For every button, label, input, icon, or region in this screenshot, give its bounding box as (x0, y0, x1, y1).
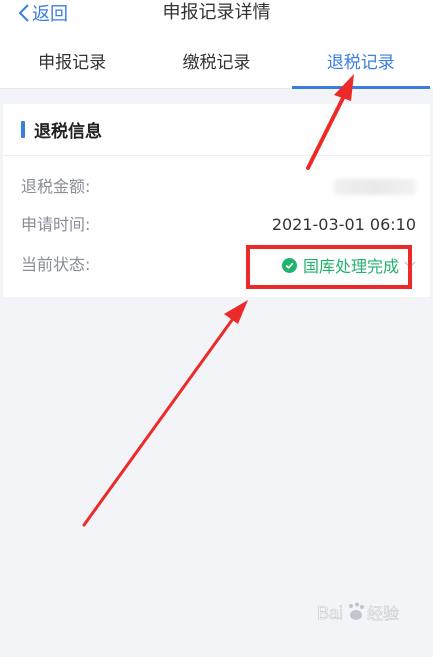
arrow-to-status (82, 300, 248, 527)
svg-text:Bai: Bai (317, 603, 343, 623)
svg-text:经验: 经验 (367, 604, 399, 623)
baidu-jingyan-watermark: Bai 经验 (317, 597, 407, 635)
arrow-to-refund-tab (306, 74, 354, 170)
annotation-arrows (82, 74, 354, 527)
